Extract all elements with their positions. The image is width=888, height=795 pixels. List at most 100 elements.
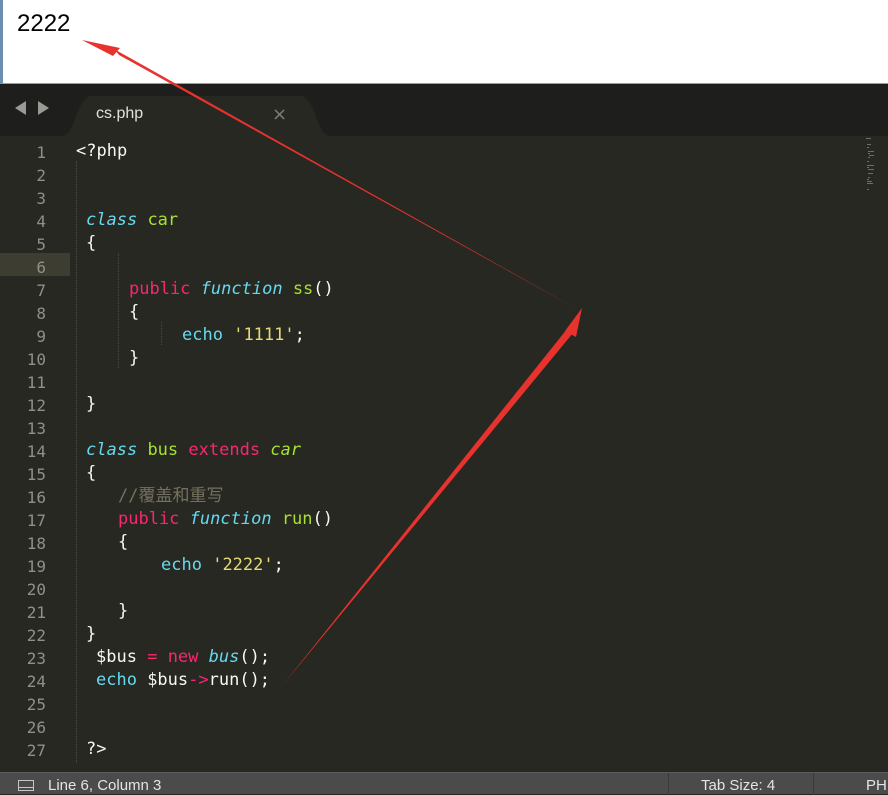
code-line: $bus = new bus(); — [96, 646, 270, 669]
code-line: public function run() — [118, 508, 333, 531]
code-token: car — [147, 210, 179, 230]
line-number: 17 — [26, 511, 46, 530]
line-number: 20 — [26, 580, 46, 599]
line-number: 23 — [26, 649, 46, 668]
line-number: 25 — [26, 695, 46, 714]
line-number: 2 — [36, 166, 46, 185]
code-token: ; — [273, 555, 284, 575]
code-token: { — [86, 233, 97, 253]
code-line: { — [86, 232, 96, 255]
close-icon[interactable]: × — [272, 104, 287, 125]
code-token: bus — [147, 440, 179, 460]
line-number: 13 — [26, 419, 46, 438]
code-token: } — [118, 601, 129, 621]
output-panel: 2222 — [0, 0, 888, 84]
code-token: $bus — [96, 647, 148, 667]
tab-cs-php[interactable]: cs.php × — [62, 96, 330, 136]
code-token: ss — [292, 279, 314, 299]
indent-guide — [76, 161, 77, 763]
code-token: function — [189, 509, 272, 529]
code-token: ; — [294, 325, 305, 345]
line-number: 24 — [26, 672, 46, 691]
code-token: '2222' — [212, 555, 274, 575]
code-token: } — [86, 624, 97, 644]
tab-label: cs.php — [96, 105, 144, 122]
code-token: bus — [208, 647, 240, 667]
code-line: { — [129, 301, 139, 324]
code-line: } — [86, 393, 96, 416]
code-token: (); — [239, 647, 271, 667]
code-token: } — [86, 394, 97, 414]
code-token: class — [86, 440, 138, 460]
cursor-position[interactable]: Line 6, Column 3 — [48, 777, 161, 794]
output-text: 2222 — [17, 10, 71, 37]
line-number: 26 — [26, 718, 46, 737]
line-number: 3 — [36, 189, 46, 208]
line-number: 21 — [26, 603, 46, 622]
code-line: echo '2222'; — [161, 554, 284, 577]
code-line: } — [129, 347, 139, 370]
status-bar: Line 6, Column 3 Tab Size: 4 PHP — [0, 772, 888, 795]
code-token: <?php — [76, 141, 128, 161]
syntax-selector[interactable]: PHP — [866, 777, 888, 794]
code-line: } — [86, 623, 96, 646]
minimap[interactable] — [866, 136, 874, 196]
line-number: 5 — [36, 235, 46, 254]
panel-toggle-icon[interactable] — [18, 780, 34, 791]
code-line: echo '1111'; — [182, 324, 305, 347]
code-token: { — [129, 302, 140, 322]
line-number: 19 — [26, 557, 46, 576]
code-token: () — [312, 509, 334, 529]
line-number: 16 — [26, 488, 46, 507]
line-number: 8 — [36, 304, 46, 323]
line-number: 15 — [26, 465, 46, 484]
code-token: public — [129, 279, 191, 299]
line-number: 27 — [26, 741, 46, 760]
line-number: 10 — [26, 350, 46, 369]
tab-bar: cs.php × — [0, 84, 888, 136]
line-number: 22 — [26, 626, 46, 645]
code-token: -> — [188, 670, 209, 690]
line-number: 18 — [26, 534, 46, 553]
code-token: echo — [182, 325, 223, 345]
line-number: 12 — [26, 396, 46, 415]
code-token: extends — [188, 440, 261, 460]
line-number: 14 — [26, 442, 46, 461]
code-line: } — [118, 600, 128, 623]
code-token: echo — [161, 555, 202, 575]
line-number: 7 — [36, 281, 46, 300]
code-editor[interactable]: 1 2 3 4 5 6 7 8 9 10 11 12 13 14 15 16 1… — [0, 136, 888, 772]
code-line: echo $bus->run(); — [96, 669, 270, 692]
indent-guide — [118, 253, 119, 368]
line-number: 6 — [36, 258, 46, 277]
code-token: new — [167, 647, 199, 667]
indent-guide — [161, 322, 162, 345]
chevron-right-icon[interactable] — [38, 101, 49, 115]
line-number: 9 — [36, 327, 46, 346]
code-token: run(); — [208, 670, 271, 690]
chevron-left-icon[interactable] — [15, 101, 26, 115]
code-token: { — [86, 463, 97, 483]
code-token: //覆盖和重写 — [118, 486, 224, 506]
tab-size-selector[interactable]: Tab Size: 4 — [701, 777, 775, 794]
code-token: function — [200, 279, 283, 299]
code-token: echo — [96, 670, 137, 690]
code-token: ?> — [86, 739, 107, 759]
code-line: class car — [86, 209, 178, 232]
code-line: { — [86, 462, 96, 485]
code-token: car — [270, 440, 302, 460]
code-line: //覆盖和重写 — [118, 485, 223, 508]
line-number: 1 — [36, 143, 46, 162]
